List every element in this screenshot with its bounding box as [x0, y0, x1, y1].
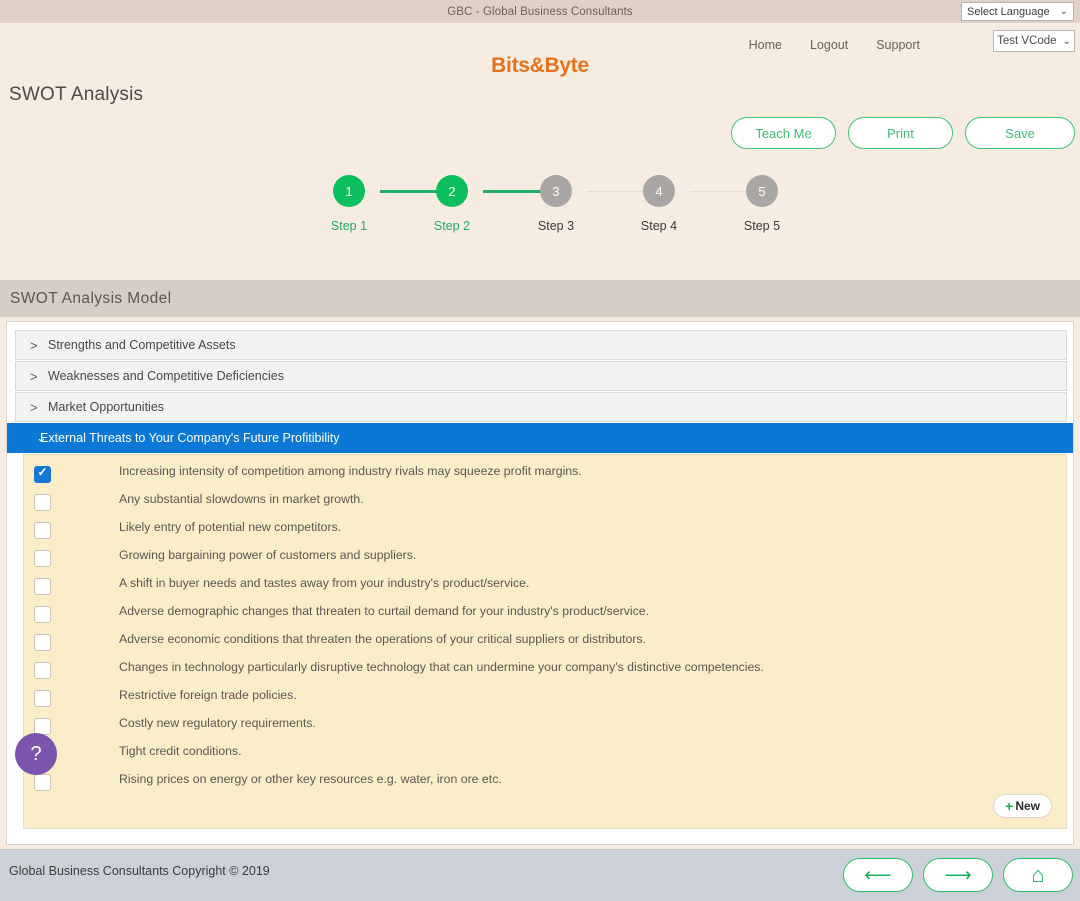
copyright-text: Global Business Consultants Copyright © …: [9, 864, 270, 878]
list-item: A shift in buyer needs and tastes away f…: [24, 573, 1066, 601]
checkbox-threat-4[interactable]: [34, 550, 51, 567]
header-nav: Home Logout Support: [749, 38, 920, 52]
chevron-down-icon: ⌄: [1062, 35, 1071, 47]
chevron-down-icon: ⌄: [36, 430, 47, 445]
nav-link-support[interactable]: Support: [876, 38, 920, 52]
checkbox-threat-1[interactable]: [34, 465, 51, 483]
checkbox-threat-3[interactable]: [34, 522, 51, 539]
help-button[interactable]: ?: [15, 733, 57, 775]
question-mark-icon: ?: [30, 742, 42, 765]
chevron-right-icon: >: [30, 337, 38, 353]
stepper-step-4-label: Step 4: [640, 219, 678, 233]
stepper-step-2[interactable]: 2 Step 2: [417, 175, 487, 233]
checkbox-threat-6[interactable]: [34, 606, 51, 623]
list-item-label: Restrictive foreign trade policies.: [119, 688, 297, 702]
list-item-label: Growing bargaining power of customers an…: [119, 548, 417, 562]
checkbox-threat-2[interactable]: [34, 494, 51, 511]
list-item-label: Likely entry of potential new competitor…: [119, 520, 342, 534]
stepper-step-3[interactable]: 3 Step 3: [521, 175, 591, 233]
stepper-step-1[interactable]: 1 Step 1: [314, 175, 384, 233]
language-select[interactable]: Select Language ⌄: [961, 2, 1074, 21]
stepper-step-3-label: Step 3: [537, 219, 575, 233]
accordion-weaknesses[interactable]: > Weaknesses and Competitive Deficiencie…: [15, 361, 1067, 391]
checkbox-threat-8[interactable]: [34, 662, 51, 679]
page-footer: Global Business Consultants Copyright © …: [0, 849, 1080, 901]
page-title: SWOT Analysis: [9, 84, 144, 105]
list-item-label: Increasing intensity of competition amon…: [119, 464, 582, 478]
print-button[interactable]: Print: [848, 117, 953, 149]
page-header: Home Logout Support Test VCode ⌄ Bits&By…: [0, 23, 1080, 280]
new-item-button[interactable]: + New: [993, 794, 1052, 818]
list-item: Changes in technology particularly disru…: [24, 657, 1066, 685]
checkbox-threat-12[interactable]: [34, 774, 51, 791]
list-item: Adverse demographic changes that threate…: [24, 601, 1066, 629]
home-button[interactable]: ⌂: [1003, 858, 1073, 892]
accordion-opportunities[interactable]: > Market Opportunities: [15, 392, 1067, 422]
language-select-value: Select Language: [967, 5, 1050, 18]
checkbox-threat-9[interactable]: [34, 690, 51, 707]
stepper-step-5-label: Step 5: [743, 219, 781, 233]
list-item: Restrictive foreign trade policies.: [24, 685, 1066, 713]
brand-logo: Bits&Byte: [491, 54, 589, 77]
account-select-value: Test VCode: [997, 35, 1057, 47]
accordion-strengths[interactable]: > Strengths and Competitive Assets: [15, 330, 1067, 360]
account-select[interactable]: Test VCode ⌄: [993, 30, 1075, 52]
stepper-step-2-label: Step 2: [433, 219, 471, 233]
list-item: Any substantial slowdowns in market grow…: [24, 489, 1066, 517]
threat-checklist: Increasing intensity of competition amon…: [23, 454, 1067, 829]
accordion-strengths-label: Strengths and Competitive Assets: [48, 338, 236, 352]
list-item-label: Any substantial slowdowns in market grow…: [119, 492, 364, 506]
home-icon: ⌂: [1031, 862, 1045, 887]
previous-button[interactable]: ⟵: [843, 858, 913, 892]
list-item-label: Tight credit conditions.: [119, 744, 242, 758]
next-button[interactable]: ⟶: [923, 858, 993, 892]
checkbox-threat-7[interactable]: [34, 634, 51, 651]
accordion-weaknesses-label: Weaknesses and Competitive Deficiencies: [48, 369, 284, 383]
stepper-step-3-number: 3: [540, 175, 572, 207]
accordion-threats[interactable]: ⌄ External Threats to Your Company's Fut…: [7, 423, 1073, 453]
list-item: Costly new regulatory requirements.: [24, 713, 1066, 741]
stepper-step-5[interactable]: 5 Step 5: [727, 175, 797, 233]
top-bar-title: GBC - Global Business Consultants: [447, 5, 633, 18]
list-item: Growing bargaining power of customers an…: [24, 545, 1066, 573]
action-buttons: Teach Me Print Save: [731, 117, 1075, 149]
list-item-label: Changes in technology particularly disru…: [119, 660, 764, 674]
top-bar: GBC - Global Business Consultants Select…: [0, 0, 1080, 23]
stepper-step-4-number: 4: [643, 175, 675, 207]
accordion-threats-label: External Threats to Your Company's Futur…: [40, 431, 340, 445]
plus-icon: +: [1005, 798, 1014, 814]
teach-me-button[interactable]: Teach Me: [731, 117, 836, 149]
list-item-label: A shift in buyer needs and tastes away f…: [119, 576, 530, 590]
save-button[interactable]: Save: [965, 117, 1075, 149]
stepper-step-4[interactable]: 4 Step 4: [624, 175, 694, 233]
list-item: Increasing intensity of competition amon…: [24, 461, 1066, 489]
arrow-left-icon: ⟵: [864, 864, 892, 886]
list-item-label: Adverse economic conditions that threate…: [119, 632, 646, 646]
chevron-down-icon: ⌄: [1059, 6, 1068, 17]
list-item-label: Rising prices on energy or other key res…: [119, 772, 502, 786]
section-header: SWOT Analysis Model: [0, 280, 1080, 317]
new-item-button-label: New: [1015, 799, 1040, 813]
checkbox-threat-5[interactable]: [34, 578, 51, 595]
progress-stepper: 1 Step 1 2 Step 2 3 Step 3 4 Step 4 5 St…: [330, 175, 782, 260]
list-item: Likely entry of potential new competitor…: [24, 517, 1066, 545]
chevron-right-icon: >: [30, 399, 38, 415]
nav-link-logout[interactable]: Logout: [810, 38, 848, 52]
accordion-opportunities-label: Market Opportunities: [48, 400, 165, 414]
stepper-step-1-label: Step 1: [330, 219, 368, 233]
list-item: Adverse economic conditions that threate…: [24, 629, 1066, 657]
list-item: Tight credit conditions.: [24, 741, 1066, 769]
list-item: Rising prices on energy or other key res…: [24, 769, 1066, 797]
list-item-label: Adverse demographic changes that threate…: [119, 604, 650, 618]
arrow-right-icon: ⟶: [944, 864, 972, 886]
stepper-step-1-number: 1: [333, 175, 365, 207]
stepper-step-5-number: 5: [746, 175, 778, 207]
nav-link-home[interactable]: Home: [749, 38, 782, 52]
content-panel: > Strengths and Competitive Assets > Wea…: [6, 321, 1074, 845]
chevron-right-icon: >: [30, 368, 38, 384]
list-item-label: Costly new regulatory requirements.: [119, 716, 316, 730]
footer-nav: ⟵ ⟶ ⌂: [843, 858, 1073, 892]
stepper-step-2-number: 2: [436, 175, 468, 207]
